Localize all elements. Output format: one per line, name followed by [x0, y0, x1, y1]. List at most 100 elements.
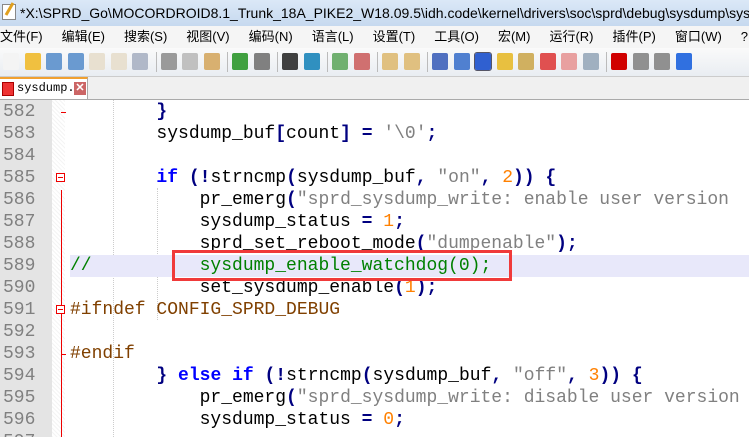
code-token: 1	[404, 278, 416, 298]
undo-icon[interactable]	[232, 53, 248, 70]
record-macro-icon[interactable]	[611, 53, 627, 70]
code-token: sysdump_status	[70, 212, 362, 232]
code-line: 593 #endif	[0, 343, 749, 365]
code-text: #ifndef CONFIG_SPRD_DEBUG	[70, 299, 749, 321]
copy-icon[interactable]	[182, 53, 198, 70]
line-number: 591	[3, 300, 36, 320]
close-tab-icon[interactable]: ✕	[74, 82, 86, 95]
folder-workspace-icon[interactable]	[561, 53, 577, 70]
code-token: (	[394, 278, 405, 298]
fold-toggle-icon[interactable]	[56, 305, 65, 314]
code-token: );	[415, 278, 438, 298]
open-file-icon[interactable]	[24, 53, 41, 70]
menu-item[interactable]: 视图(V)	[186, 29, 229, 44]
line-number: 582	[3, 102, 36, 122]
monitoring-icon[interactable]	[582, 53, 599, 70]
toolbar-separator	[606, 52, 607, 72]
tab-label: sysdump.c	[17, 81, 82, 95]
menu-item[interactable]: 工具(O)	[434, 29, 479, 44]
code-token: {	[631, 366, 643, 386]
toolbar-separator	[155, 52, 157, 72]
close-icon[interactable]	[89, 53, 105, 70]
code-token: ,	[491, 366, 503, 386]
code-token: (!	[264, 366, 287, 386]
cut-icon[interactable]	[160, 53, 177, 70]
code-token: "off"	[513, 366, 568, 386]
zoom-out-icon[interactable]	[353, 53, 370, 70]
code-line: 584	[0, 145, 749, 167]
line-number: 589	[3, 256, 36, 276]
code-token: =	[361, 124, 373, 144]
code-token: sysdump_buf	[70, 124, 276, 144]
function-list-icon[interactable]	[539, 53, 556, 70]
line-number: 587	[3, 212, 36, 232]
sync-horizontal-icon[interactable]	[403, 53, 420, 70]
user-language-icon[interactable]	[496, 53, 513, 70]
fold-end-marker	[61, 112, 66, 113]
code-token: pr_emerg	[70, 388, 287, 408]
code-text: pr_emerg("sprd_sysdump_write: enable use…	[70, 189, 749, 211]
print-icon[interactable]	[132, 53, 148, 70]
menu-item[interactable]: 插件(P)	[613, 29, 656, 44]
menu-item[interactable]: 宏(M)	[498, 29, 531, 44]
replace-icon[interactable]	[303, 53, 320, 70]
highlight-annotation-box	[172, 250, 512, 281]
doc-map-icon[interactable]	[518, 53, 534, 70]
stop-macro-icon[interactable]	[632, 53, 649, 70]
zoom-in-icon[interactable]	[332, 53, 348, 70]
find-icon[interactable]	[282, 53, 298, 70]
menu-item[interactable]: 运行(R)	[549, 29, 593, 44]
run-macro-multiple-icon[interactable]	[675, 53, 692, 70]
fold-toggle-icon[interactable]	[56, 173, 65, 182]
line-number: 595	[3, 388, 36, 408]
menu-item[interactable]: 语言(L)	[312, 29, 354, 44]
close-all-icon[interactable]	[110, 53, 127, 70]
menu-item[interactable]: 搜索(S)	[124, 29, 167, 44]
code-token: ;	[426, 124, 438, 144]
toolbar-separator	[377, 52, 378, 72]
code-token: 0	[383, 410, 395, 430]
line-number: 586	[3, 190, 36, 210]
new-file-icon[interactable]	[3, 53, 19, 70]
code-token: ;	[394, 410, 405, 430]
code-token: "on"	[437, 168, 481, 188]
menu-item[interactable]: 窗口(W)	[675, 29, 722, 44]
save-all-icon[interactable]	[67, 53, 84, 70]
menu-item[interactable]: 编辑(E)	[62, 29, 105, 44]
code-token: =	[361, 212, 373, 232]
play-macro-icon[interactable]	[654, 53, 670, 70]
line-number: 593	[3, 344, 36, 364]
menu-item[interactable]: ?	[741, 29, 748, 44]
menu-item[interactable]: 文件(F)	[0, 29, 43, 44]
indent-guide-icon[interactable]	[474, 52, 492, 71]
code-line: 592	[0, 321, 749, 343]
line-number: 596	[3, 410, 36, 430]
paste-icon[interactable]	[203, 53, 220, 70]
code-text: if (!strncmp(sysdump_buf, "on", 2)) {	[70, 167, 749, 189]
line-number: 592	[3, 322, 36, 342]
redo-icon[interactable]	[253, 53, 270, 70]
show-all-chars-icon[interactable]	[453, 53, 470, 70]
code-token: strncmp	[286, 366, 362, 386]
menu-item[interactable]: 编码(N)	[249, 29, 293, 44]
line-number: 588	[3, 234, 36, 254]
save-icon[interactable]	[46, 53, 62, 70]
word-wrap-icon[interactable]	[432, 53, 448, 70]
tab-sysdump-c[interactable]: sysdump.c ✕	[0, 77, 88, 99]
menu-item[interactable]: 设置(T)	[373, 29, 416, 44]
code-token: sysdump_status	[70, 410, 362, 430]
sync-vertical-icon[interactable]	[382, 53, 398, 70]
code-token: (	[361, 366, 373, 386]
code-token: (	[286, 388, 297, 408]
